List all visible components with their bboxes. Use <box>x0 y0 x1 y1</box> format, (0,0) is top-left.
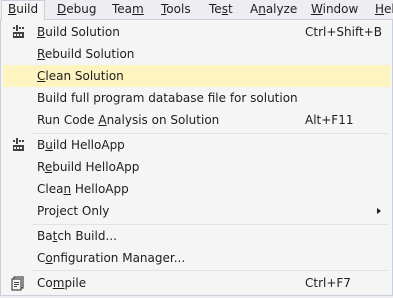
menu-debug-access-key: D <box>57 2 67 16</box>
menu-help-access-key: H <box>375 2 385 16</box>
menu-tools-label: ools <box>166 2 191 16</box>
menu-item-build-full-pdb[interactable]: Build full program database file for sol… <box>3 87 390 109</box>
menu-item-label: Rebuild HelloApp <box>37 160 140 174</box>
menu-build-label: uild <box>16 2 39 16</box>
menu-item-shortcut: Ctrl+Shift+B <box>305 25 382 39</box>
menu-item-label: Configuration Manager... <box>37 251 186 265</box>
menu-bar: Build Debug Team Tools Test Analyze Wind… <box>0 0 393 20</box>
menu-window-label: indow <box>322 2 359 16</box>
menu-item-label: Compile <box>37 276 87 290</box>
menu-item-shortcut: Ctrl+F7 <box>305 276 351 290</box>
menu-item-label: Clean HelloApp <box>37 182 129 196</box>
menu-window[interactable]: Window <box>304 0 365 19</box>
menu-test-label-rest: t <box>227 2 233 16</box>
menu-analyze-access-key: n <box>258 2 266 16</box>
menu-item-label: Project Only <box>37 204 110 218</box>
menu-team-access-key: m <box>132 2 144 16</box>
submenu-arrow-icon <box>377 208 381 214</box>
menu-separator <box>31 270 388 271</box>
menu-build-access-key: B <box>8 2 17 16</box>
menu-item-run-code-analysis[interactable]: Run Code Analysis on Solution Alt+F11 <box>3 109 390 131</box>
compile-icon <box>10 275 26 291</box>
menu-item-label: Run Code Analysis on Solution <box>37 113 220 127</box>
menu-item-label: Build HelloApp <box>37 138 125 152</box>
menu-item-compile[interactable]: Compile Ctrl+F7 <box>3 272 390 294</box>
menu-test[interactable]: Test <box>202 0 240 19</box>
menu-team-label: Tea <box>112 2 133 16</box>
menu-item-rebuild-solution[interactable]: Rebuild Solution <box>3 43 390 65</box>
menu-item-label: Clean Solution <box>37 69 124 83</box>
menu-item-clean-solution[interactable]: Clean Solution <box>3 65 390 87</box>
menu-item-label: Batch Build... <box>37 229 117 243</box>
build-menu-dropdown: Build Solution Ctrl+Shift+B Rebuild Solu… <box>0 19 393 296</box>
menu-tools[interactable]: Tools <box>154 0 198 19</box>
menu-build[interactable]: Build <box>1 0 46 20</box>
menu-item-label: Build full program database file for sol… <box>37 91 298 105</box>
menu-analyze[interactable]: Analyze <box>243 0 304 19</box>
menu-team[interactable]: Team <box>105 0 151 19</box>
build-project-icon <box>10 137 26 153</box>
menu-item-clean-helloapp[interactable]: Clean HelloApp <box>3 178 390 200</box>
menu-item-project-only[interactable]: Project Only <box>3 200 390 222</box>
menu-item-label: Build Solution <box>37 25 120 39</box>
menu-help-label: el <box>384 2 393 16</box>
menu-analyze-label-rest: alyze <box>265 2 298 16</box>
menu-debug-label: ebug <box>66 2 97 16</box>
menu-item-build-solution[interactable]: Build Solution Ctrl+Shift+B <box>3 21 390 43</box>
menu-analyze-label: A <box>250 2 259 16</box>
menu-item-rebuild-helloapp[interactable]: Rebuild HelloApp <box>3 156 390 178</box>
menu-item-batch-build[interactable]: Batch Build... <box>3 225 390 247</box>
menu-item-label: Rebuild Solution <box>37 47 135 61</box>
menu-help[interactable]: Hel <box>368 0 393 19</box>
build-solution-icon <box>10 24 26 40</box>
menu-item-build-helloapp[interactable]: Build HelloApp <box>3 134 390 156</box>
menu-item-shortcut: Alt+F11 <box>305 113 354 127</box>
menu-window-access-key: W <box>311 2 323 16</box>
menu-debug[interactable]: Debug <box>50 0 103 19</box>
menu-item-configuration-manager[interactable]: Configuration Manager... <box>3 247 390 269</box>
menu-test-label: Te <box>209 2 222 16</box>
